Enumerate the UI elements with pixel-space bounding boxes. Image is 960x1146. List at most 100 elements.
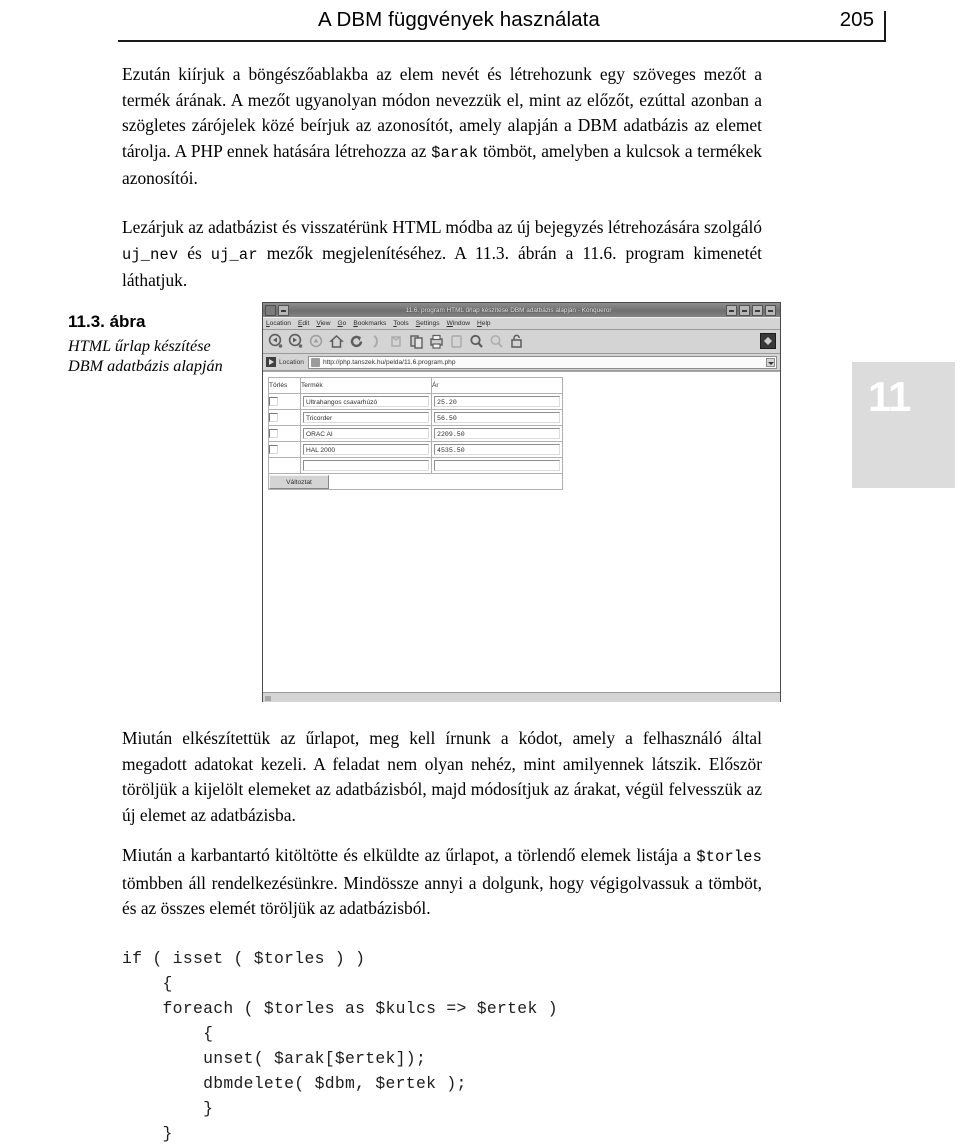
menu-edit-label: dit [302, 320, 310, 327]
new-product-name-input[interactable] [303, 460, 429, 471]
lock-icon[interactable] [508, 333, 525, 350]
submit-button[interactable]: Változtat [269, 474, 329, 489]
menu-settings-label: ettings [420, 320, 440, 327]
up-icon[interactable] [308, 333, 325, 350]
header-rule [118, 40, 884, 42]
column-header-price: Ár [431, 377, 563, 394]
paragraph-text: Lezárjuk az adatbázist és visszatérünk H… [122, 215, 762, 294]
menu-edit[interactable]: Edit [298, 320, 309, 327]
table-row: Ultrahangos csavarhúzó 25.20 [268, 393, 563, 410]
product-table: Törlés Termék Ár Ultrahangos csavarhúzó … [268, 377, 563, 490]
product-name-cell: ORAC AI [300, 425, 432, 442]
product-price-cell: 4535.50 [431, 441, 563, 458]
menu-go[interactable]: Go [338, 320, 347, 327]
product-name-value: Ultrahangos csavarhúzó [303, 396, 429, 407]
delete-checkbox[interactable] [269, 397, 278, 406]
figure-number: 11.3. ábra [68, 312, 146, 331]
new-entry-row [268, 457, 563, 474]
menu-location[interactable]: Location [266, 320, 291, 327]
body-paragraph-4: Miután a karbantartó kitöltötte és elkül… [122, 843, 762, 922]
zoom-in-icon[interactable] [468, 333, 485, 350]
browser-window-screenshot: 11.6. program HTML űrlap készítése DBM a… [262, 302, 781, 702]
go-arrow-icon[interactable] [266, 357, 276, 367]
header-rule-endcap [884, 11, 886, 42]
product-price-input[interactable]: 25.20 [434, 396, 560, 407]
paragraph-text: Miután elkészítettük az űrlapot, meg kel… [122, 728, 762, 825]
cut-icon[interactable] [388, 333, 405, 350]
delete-checkbox[interactable] [269, 429, 278, 438]
konqueror-logo-icon[interactable] [760, 333, 776, 349]
delete-checkbox-cell [268, 441, 301, 458]
delete-checkbox-cell [268, 425, 301, 442]
zoom-out-icon[interactable] [488, 333, 505, 350]
page-running-head: A DBM függvények használata 205 [118, 8, 892, 42]
window-menu-icon[interactable] [265, 304, 276, 316]
figure-caption-text: HTML űrlap készítése DBM adatbázis alapj… [68, 337, 223, 375]
print-icon[interactable] [428, 333, 445, 350]
window-titlebar: 11.6. program HTML űrlap készítése DBM a… [263, 303, 780, 317]
find-icon[interactable] [448, 333, 465, 350]
product-price-cell: 2209.50 [431, 425, 563, 442]
window-button-group [726, 304, 778, 316]
menu-window[interactable]: Window [447, 320, 470, 327]
favicon-icon [310, 357, 320, 367]
reload-icon[interactable] [348, 333, 365, 350]
new-product-name-cell [300, 457, 432, 474]
menu-location-label: ocation [269, 320, 291, 327]
menu-tools-label: ools [396, 320, 409, 327]
forward-icon[interactable] [288, 333, 305, 350]
page-number: 205 [839, 8, 874, 31]
paragraph-2-part-a: Lezárjuk az adatbázist és visszatérünk H… [122, 217, 762, 237]
new-product-price-input[interactable] [434, 460, 560, 471]
window-maximize-button[interactable] [752, 304, 763, 316]
new-entry-spacer [268, 457, 301, 474]
product-name-value: ORAC AI [303, 428, 429, 439]
window-close-button[interactable] [765, 304, 776, 316]
copy-icon[interactable] [408, 333, 425, 350]
window-help-button[interactable] [726, 304, 737, 316]
menu-settings[interactable]: Settings [416, 320, 440, 327]
window-shade-icon[interactable] [278, 304, 289, 316]
product-maintenance-form: Törlés Termék Ár Ultrahangos csavarhúzó … [268, 377, 563, 490]
product-name-cell: HAL 2000 [300, 441, 432, 458]
column-header-product: Termék [300, 377, 432, 394]
menu-help[interactable]: Help [477, 320, 491, 327]
delete-checkbox[interactable] [269, 413, 278, 422]
paragraph-text: Ezután kiírjuk a böngészőablakba az elem… [122, 62, 762, 192]
url-input[interactable]: http://php.tanszek.hu/pelda/11.6.program… [307, 355, 777, 369]
paragraph-text: Miután a karbantartó kitöltötte és elkül… [122, 843, 762, 922]
url-text: http://php.tanszek.hu/pelda/11.6.program… [322, 358, 456, 366]
product-price-input[interactable]: 2209.50 [434, 428, 560, 439]
chapter-number: 11 [868, 373, 911, 420]
code-listing: if ( isset ( $torles ) ) { foreach ( $to… [122, 949, 558, 1143]
product-price-cell: 25.20 [431, 393, 563, 410]
home-icon[interactable] [328, 333, 345, 350]
menu-tools[interactable]: Tools [393, 320, 408, 327]
inline-code-arak: $arak [431, 143, 479, 162]
inline-code-torles: $torles [696, 848, 762, 866]
menu-bookmarks[interactable]: Bookmarks [353, 320, 386, 327]
menu-view-label: iew [320, 320, 331, 327]
product-price-input[interactable]: 56.50 [434, 412, 560, 423]
submit-row: Változtat [268, 473, 563, 490]
location-label: Location [279, 358, 304, 366]
inline-code-uj-ar: uj_ar [210, 245, 258, 264]
new-product-price-cell [431, 457, 563, 474]
window-minimize-button[interactable] [739, 304, 750, 316]
browser-statusbar [263, 692, 780, 702]
product-name-cell: Tricorder [300, 409, 432, 426]
location-label-group: Location [266, 357, 304, 367]
stop-icon[interactable] [368, 333, 385, 350]
product-price-cell: 56.50 [431, 409, 563, 426]
menu-help-label: elp [481, 320, 491, 327]
page-title: A DBM függvények használata [318, 8, 600, 31]
delete-checkbox[interactable] [269, 445, 278, 454]
back-icon[interactable] [268, 333, 285, 350]
paragraph-2-part-b: és [178, 242, 211, 263]
menu-view[interactable]: View [316, 320, 330, 327]
product-price-input[interactable]: 4535.50 [434, 444, 560, 455]
product-name-value: HAL 2000 [303, 444, 429, 455]
browser-toolbar [263, 330, 780, 354]
url-history-dropdown-icon[interactable] [766, 357, 775, 367]
body-paragraph-1: Ezután kiírjuk a böngészőablakba az elem… [122, 62, 762, 192]
